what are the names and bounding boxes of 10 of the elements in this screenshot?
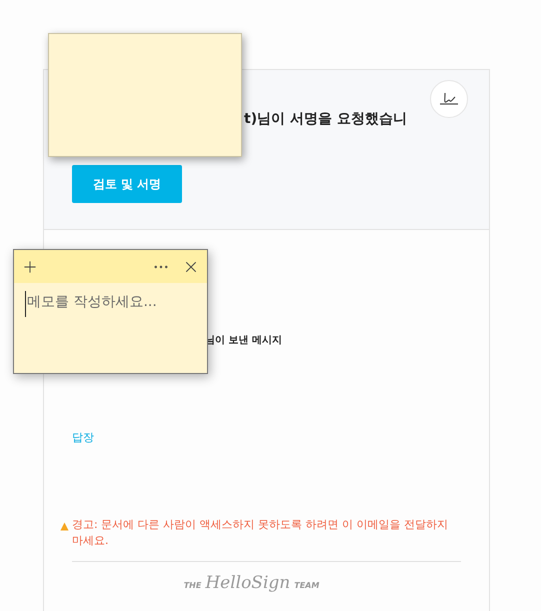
signoff-prefix: THE: [184, 580, 202, 592]
warning-text: 경고: 문서에 다른 사람이 액세스하지 못하도록 하려면 이 이메일을 전달하지 마세요.: [72, 516, 450, 548]
email-title: t)님이 서명을 요청했습니: [244, 110, 408, 129]
review-and-sign-button[interactable]: 검토 및 서명: [72, 165, 182, 203]
signoff-suffix: TEAM: [294, 580, 320, 592]
reply-link[interactable]: 답장: [72, 430, 94, 446]
signoff-brand: HelloSign: [205, 574, 290, 592]
signature-icon: [430, 80, 468, 118]
note-field[interactable]: 메모를 작성하세요...: [25, 291, 195, 317]
warning-icon: [60, 522, 69, 530]
